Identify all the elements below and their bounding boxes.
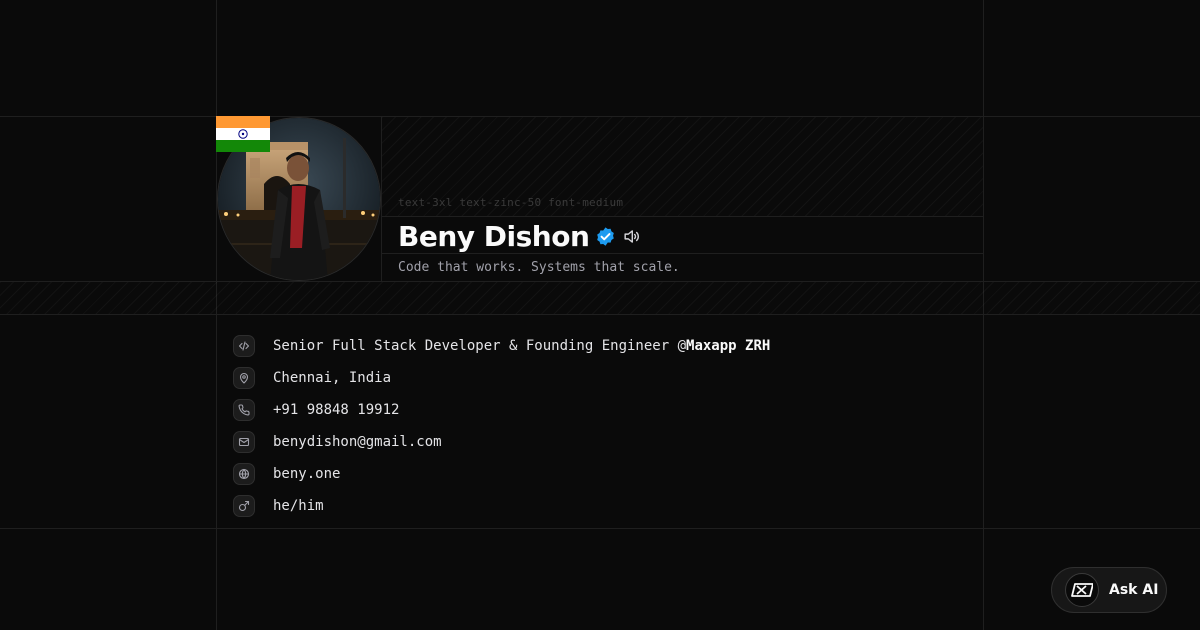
hatch-band bbox=[0, 282, 1200, 314]
grid-line bbox=[0, 314, 1200, 315]
pronouns-text: he/him bbox=[273, 498, 324, 514]
grid-line bbox=[983, 0, 984, 630]
globe-icon bbox=[233, 463, 255, 485]
ask-ai-button[interactable]: Ask AI bbox=[1051, 567, 1167, 613]
india-flag-icon bbox=[216, 116, 270, 152]
verified-badge-icon bbox=[595, 226, 616, 247]
grid-line bbox=[0, 528, 1200, 529]
info-row-location: Chennai, India bbox=[233, 362, 770, 394]
mail-icon bbox=[233, 431, 255, 453]
email-link[interactable]: benydishon@gmail.com bbox=[273, 434, 442, 450]
divider bbox=[381, 117, 382, 282]
name-row: Beny Dishon bbox=[398, 218, 641, 254]
ai-logo-icon bbox=[1065, 573, 1099, 607]
speaker-icon[interactable] bbox=[622, 227, 641, 246]
role-text: Senior Full Stack Developer & Founding E… bbox=[273, 338, 770, 354]
location-text: Chennai, India bbox=[273, 370, 392, 386]
info-row-role: Senior Full Stack Developer & Founding E… bbox=[233, 330, 770, 362]
male-symbol-icon bbox=[233, 495, 255, 517]
info-row-pronouns: he/him bbox=[233, 490, 770, 522]
phone-icon bbox=[233, 399, 255, 421]
info-list: Senior Full Stack Developer & Founding E… bbox=[233, 330, 770, 522]
code-icon bbox=[233, 335, 255, 357]
ask-ai-label: Ask AI bbox=[1109, 582, 1159, 598]
map-pin-icon bbox=[233, 367, 255, 389]
info-row-phone: +91 98848 19912 bbox=[233, 394, 770, 426]
grid-line bbox=[216, 0, 217, 630]
profile-name: Beny Dishon bbox=[398, 219, 590, 253]
class-hint-text: text-3xl text-zinc-50 font-medium bbox=[398, 196, 624, 209]
tagline: Code that works. Systems that scale. bbox=[398, 260, 680, 275]
divider bbox=[382, 216, 983, 217]
website-link[interactable]: beny.one bbox=[273, 466, 340, 482]
company-link[interactable]: Maxapp ZRH bbox=[686, 338, 770, 354]
info-row-email: benydishon@gmail.com bbox=[233, 426, 770, 458]
info-row-website: beny.one bbox=[233, 458, 770, 490]
phone-link[interactable]: +91 98848 19912 bbox=[273, 402, 399, 418]
role-prefix: Senior Full Stack Developer & Founding E… bbox=[273, 338, 687, 354]
